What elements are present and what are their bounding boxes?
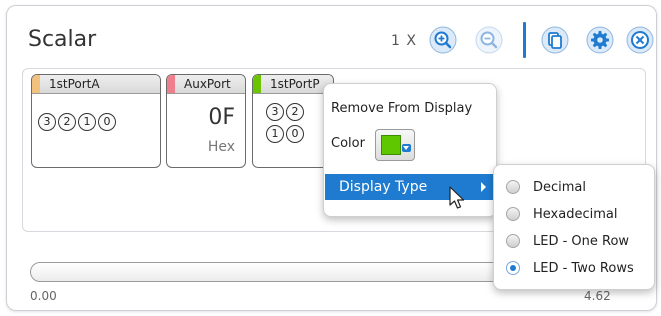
port-context-menu: Remove From Display Color Display Type: [323, 83, 497, 217]
mouse-pointer-icon: [449, 186, 465, 209]
port-name: AuxPort: [184, 77, 231, 91]
option-decimal[interactable]: Decimal: [506, 177, 586, 197]
led-bit: 2: [286, 103, 304, 121]
port-format-label: Hex: [207, 139, 235, 155]
submenu-arrow-icon: [481, 182, 486, 192]
option-hexadecimal[interactable]: Hexadecimal: [506, 204, 617, 224]
panel-title: Scalar: [28, 27, 97, 52]
led-bit: 0: [286, 125, 304, 143]
slider-min-label: 0.00: [30, 289, 57, 303]
toolbar-separator: [523, 22, 526, 58]
radio-selected-icon: [506, 261, 520, 275]
zoom-out-button[interactable]: [475, 26, 503, 54]
radio-icon: [506, 234, 520, 248]
port-color-tag: [167, 75, 175, 93]
led-bit: 1: [78, 113, 96, 131]
color-picker-button[interactable]: [375, 129, 415, 161]
display-type-submenu: Decimal Hexadecimal LED - One Row LED - …: [493, 164, 655, 290]
zoom-level-label: 1 X: [391, 33, 417, 49]
port-card-1stportp[interactable]: 1stPortP 3 2 1 0: [252, 74, 334, 168]
zoom-in-button[interactable]: [429, 26, 457, 54]
led-bit: 1: [266, 125, 284, 143]
dropdown-arrow-icon: [402, 144, 411, 152]
close-button[interactable]: [626, 26, 654, 54]
led-bit: 2: [58, 113, 76, 131]
settings-icon: [586, 26, 614, 54]
port-color-tag: [253, 75, 261, 93]
copy-button[interactable]: [541, 26, 569, 54]
port-color-tag: [32, 75, 40, 93]
menu-item-remove-from-display[interactable]: Remove From Display: [331, 101, 472, 116]
color-label: Color: [331, 136, 365, 151]
led-bit: 0: [98, 113, 116, 131]
port-name: 1stPortA: [49, 77, 100, 91]
color-swatch: [381, 135, 401, 155]
option-led-two-rows[interactable]: LED - Two Rows: [506, 258, 634, 278]
option-led-one-row[interactable]: LED - One Row: [506, 231, 629, 251]
port-card-auxport[interactable]: AuxPort 0F Hex: [166, 74, 246, 168]
close-icon: [626, 26, 654, 54]
copy-icon: [541, 26, 569, 54]
led-bit: 3: [38, 113, 56, 131]
port-name: 1stPortP: [270, 77, 320, 91]
radio-icon: [506, 180, 520, 194]
port-card-1stporta[interactable]: 1stPortA 3 2 1 0: [31, 74, 161, 168]
radio-icon: [506, 207, 520, 221]
led-bit: 3: [266, 103, 284, 121]
settings-button[interactable]: [586, 26, 614, 54]
menu-item-display-type[interactable]: Display Type: [325, 174, 494, 200]
slider-max-label: 4.62: [584, 289, 611, 303]
zoom-out-icon: [475, 26, 503, 54]
port-value: 0F: [208, 105, 235, 130]
zoom-in-icon: [429, 26, 457, 54]
